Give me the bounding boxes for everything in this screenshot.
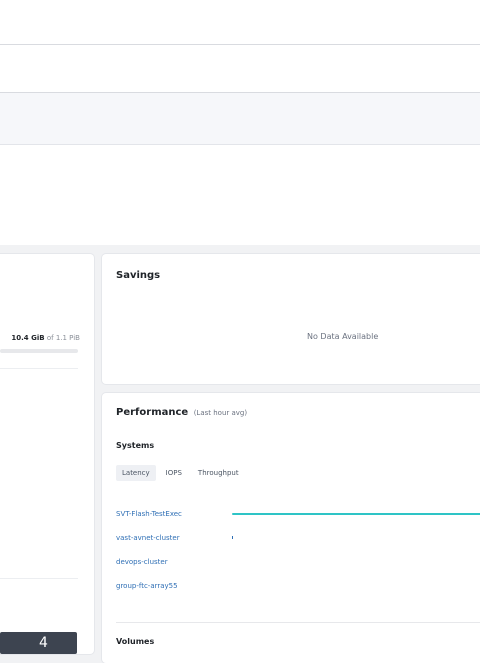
no-data-message: No Data Available bbox=[307, 332, 379, 341]
systems-heading: Systems bbox=[116, 441, 155, 450]
savings-title: Savings bbox=[116, 270, 161, 281]
performance-title-text: Performance bbox=[116, 407, 189, 418]
header-panel bbox=[0, 145, 480, 245]
latency-bar bbox=[232, 513, 480, 515]
system-link-group-ftc-array55[interactable]: group-ftc-array55 bbox=[116, 582, 178, 590]
latency-bar bbox=[232, 536, 233, 539]
toolbar-row bbox=[0, 45, 480, 93]
tab-throughput[interactable]: Throughput bbox=[192, 465, 245, 481]
capacity-caption: 10.4 GiB of 1.1 PiB bbox=[11, 334, 80, 342]
volumes-heading: Volumes bbox=[116, 637, 155, 646]
divider bbox=[0, 578, 78, 579]
system-link-svt-flash-testexec[interactable]: SVT-Flash-TestExec bbox=[116, 510, 182, 518]
divider bbox=[0, 368, 78, 369]
tab-latency[interactable]: Latency bbox=[116, 465, 156, 481]
capacity-bar bbox=[0, 349, 78, 353]
capacity-card: 10.4 GiB of 1.1 PiB 4 bbox=[0, 254, 94, 654]
filter-row bbox=[0, 93, 480, 145]
divider bbox=[116, 622, 480, 623]
tab-iops[interactable]: IOPS bbox=[160, 465, 188, 481]
count-button[interactable]: 4 bbox=[0, 632, 77, 654]
system-link-vast-avnet-cluster[interactable]: vast-avnet-cluster bbox=[116, 534, 180, 542]
performance-subtitle: (Last hour avg) bbox=[193, 409, 248, 417]
capacity-used: 10.4 GiB bbox=[11, 334, 45, 342]
top-bar bbox=[0, 0, 480, 45]
capacity-total: of 1.1 PiB bbox=[46, 334, 80, 342]
performance-title: Performance (Last hour avg) bbox=[116, 407, 247, 418]
savings-card: Savings No Data Available bbox=[102, 254, 480, 384]
performance-card: Performance (Last hour avg) Systems Late… bbox=[102, 393, 480, 663]
metric-tabs: Latency IOPS Throughput bbox=[116, 465, 245, 481]
system-link-devops-cluster[interactable]: devops-cluster bbox=[116, 558, 168, 566]
